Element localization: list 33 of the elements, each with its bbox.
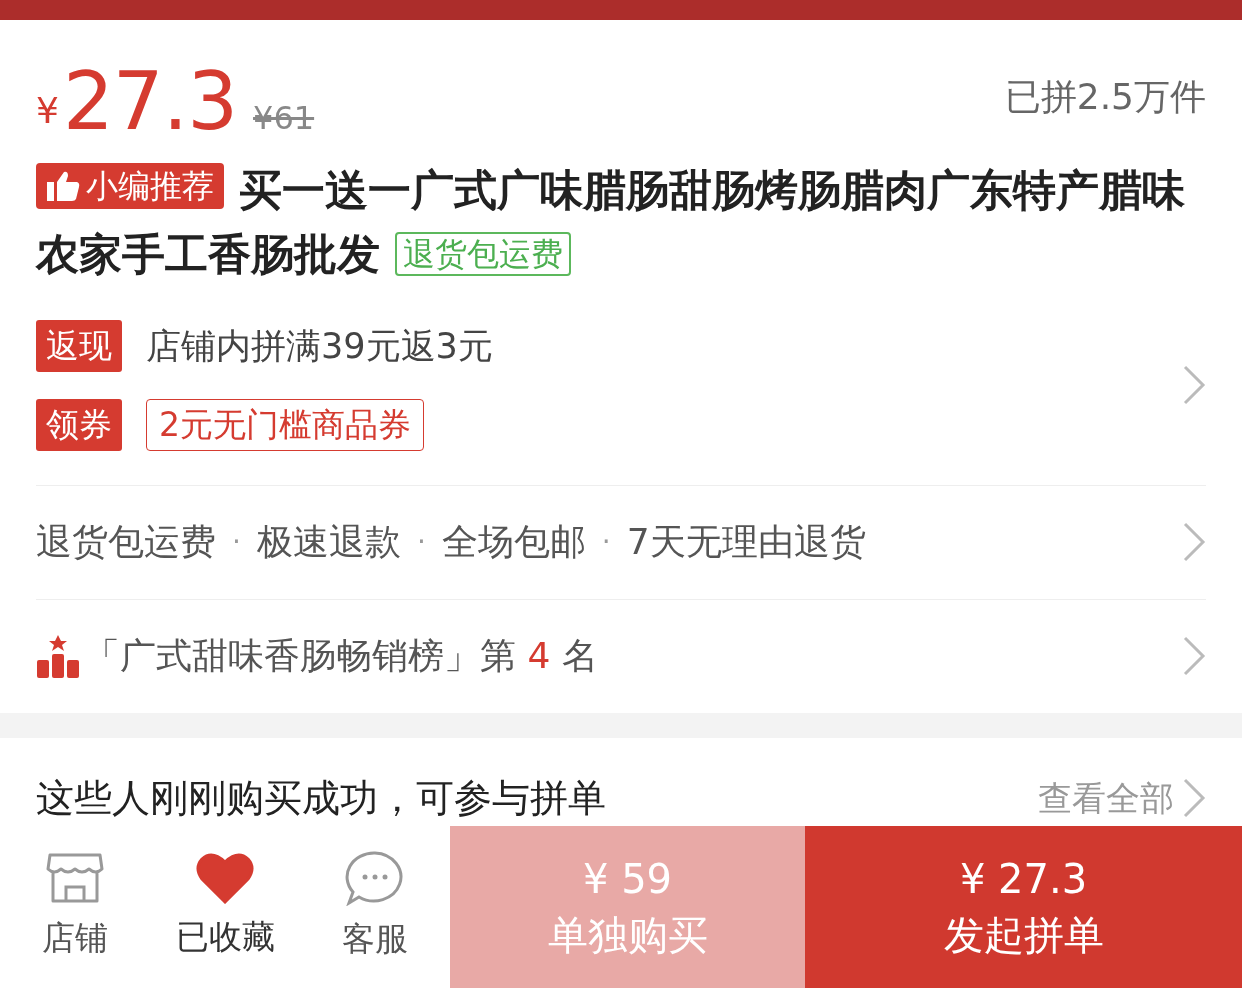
product-title: 小编推荐 买一送一广式广味腊肠甜肠烤肠腊肉广东特产腊味农家手工香肠批发 退货包运费 (34, 162, 1186, 281)
sold-count: 已拼2.5万件 (1004, 75, 1206, 119)
section-title: 这些人刚刚购买成功，可参与拼单 (36, 774, 606, 822)
price: 27.3 (62, 62, 238, 142)
chevron-right-icon (1182, 635, 1206, 677)
view-all-link[interactable]: 查看全部 (1038, 772, 1174, 824)
currency-symbol: ¥ (36, 89, 59, 133)
separator-dot: · (231, 524, 242, 560)
tab-button[interactable]: 店铺 (0, 826, 150, 988)
separator-dot: · (600, 524, 612, 560)
tab-button[interactable]: 客服 (300, 826, 450, 988)
tab-button[interactable]: 已收藏 (150, 826, 300, 988)
service-item: 全场包邮 (441, 520, 586, 564)
chevron-right-icon (1182, 364, 1206, 407)
recommend-badge: 小编推荐 (36, 163, 224, 209)
original-price: ¥61 (253, 98, 315, 139)
chevron-right-icon (1182, 777, 1206, 819)
store-icon (46, 851, 104, 906)
ranking-text: 「广式甜味香肠畅销榜」第 4 名 (84, 634, 598, 678)
coupon-tag[interactable]: 2元无门槛商品券 (146, 398, 424, 451)
service-item: 7天无理由退货 (626, 520, 866, 564)
chevron-right-icon (1182, 521, 1206, 563)
promo-label: 领券 (36, 398, 122, 451)
chat-icon (345, 850, 405, 907)
promo-text: 店铺内拼满39元返3元 (146, 325, 493, 368)
separator-dot: · (415, 524, 427, 560)
promo-label: 返现 (36, 320, 122, 373)
ranking-icon (36, 634, 80, 678)
service-item: 极速退款 (256, 520, 401, 564)
return-shipping-tag: 退货包运费 (395, 232, 571, 276)
group-buy-button[interactable]: ¥ 27.3 发起拼单 (805, 826, 1242, 988)
service-item: 退货包运费 (36, 520, 216, 564)
thumbs-up-icon (46, 170, 80, 202)
